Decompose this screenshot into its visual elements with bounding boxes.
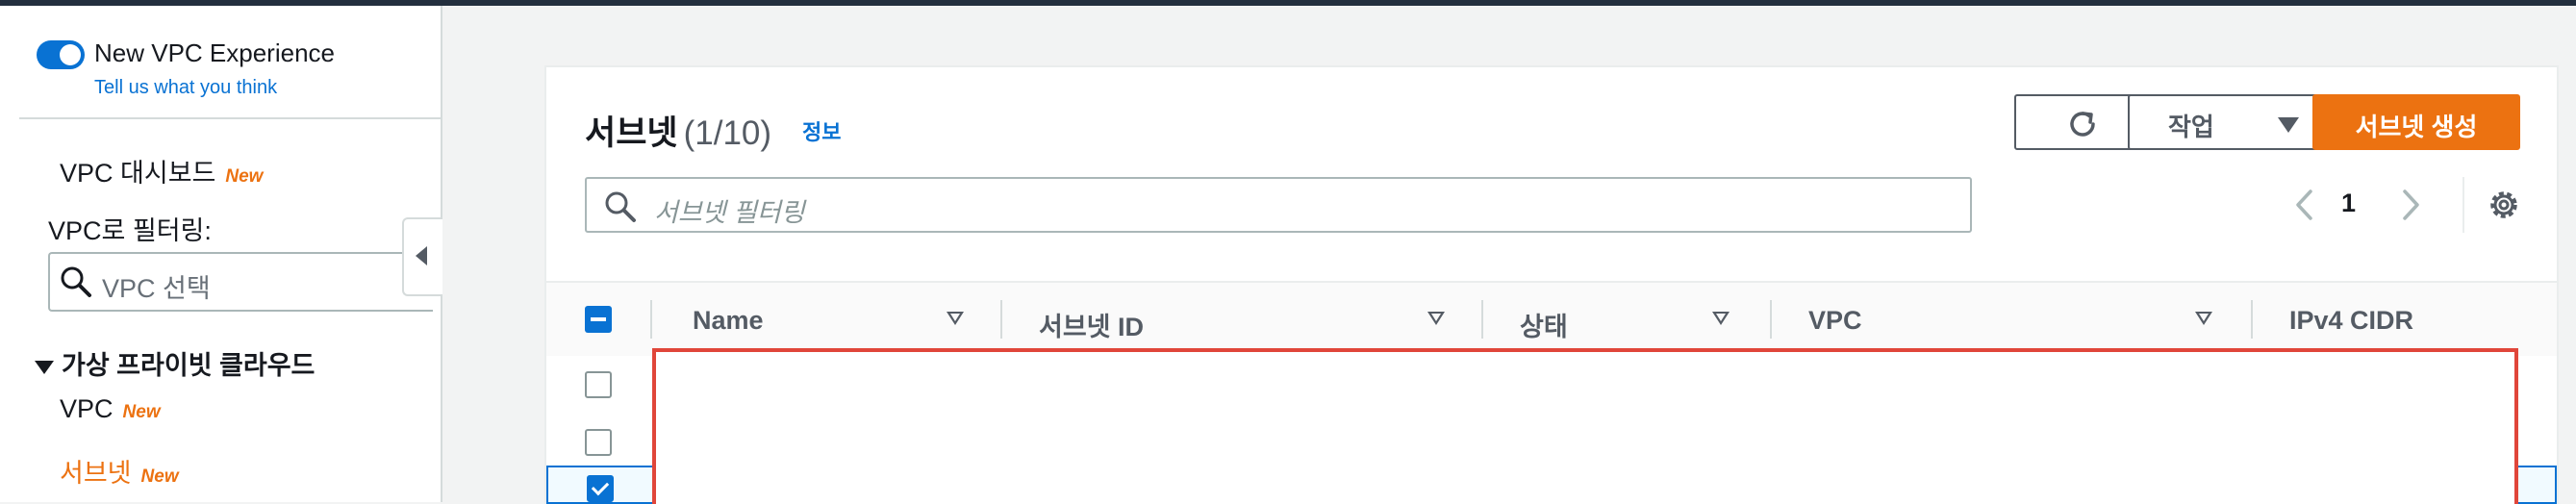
chevron-left-icon: [416, 246, 427, 265]
section-virtual-private-cloud[interactable]: 가상 프라이빗 클라우드: [35, 344, 315, 382]
page-number[interactable]: 1: [2341, 189, 2356, 218]
sidebar-item-vpc[interactable]: VPC New: [60, 394, 161, 424]
pager-divider: [2462, 177, 2464, 233]
sidebar: New VPC Experience Tell us what you thin…: [0, 6, 442, 502]
sidebar-item-label: VPC 대시보드: [60, 159, 216, 188]
page-title: 서브넷 (1/10): [585, 106, 771, 155]
column-divider: [1481, 300, 1483, 339]
caret-down-icon: [35, 360, 54, 374]
column-header-ipv4-cidr[interactable]: IPv4 CIDR: [2289, 283, 2539, 356]
vpc-filter-label: VPC로 필터링:: [48, 216, 212, 245]
vpc-select-placeholder: VPC 선택: [102, 274, 211, 303]
filter-placeholder: 서브넷 필터링: [654, 198, 805, 227]
column-label: Name: [693, 306, 764, 335]
sidebar-divider: [19, 117, 441, 119]
select-all-checkbox[interactable]: [585, 306, 612, 333]
column-label: VPC: [1808, 306, 1862, 335]
sidebar-item-subnets[interactable]: 서브넷 New: [60, 452, 179, 490]
chevron-right-icon[interactable]: [2399, 189, 2422, 221]
table-header: Name 서브넷 ID 상태 VPC IPv4 CIDR: [546, 281, 2557, 358]
info-link[interactable]: 정보: [802, 115, 841, 146]
new-vpc-experience-toggle[interactable]: [37, 40, 85, 69]
section-title: 가상 프라이빗 클라우드: [62, 351, 316, 380]
sidebar-item-label: VPC: [60, 394, 114, 423]
column-divider: [1000, 300, 1002, 339]
column-header-subnet-id[interactable]: 서브넷 ID: [1039, 283, 1481, 356]
column-label: 서브넷 ID: [1039, 313, 1145, 341]
column-label: 상태: [1520, 313, 1568, 341]
vpc-select-input[interactable]: VPC 선택: [48, 252, 433, 312]
feedback-link[interactable]: Tell us what you think: [94, 77, 277, 99]
sort-icon[interactable]: [1712, 312, 1730, 325]
column-header-vpc[interactable]: VPC: [1808, 283, 2251, 356]
actions-label: 작업: [2168, 113, 2214, 141]
new-badge: New: [225, 166, 264, 187]
new-vpc-experience-title: New VPC Experience: [94, 38, 335, 67]
sidebar-collapse-button[interactable]: [402, 217, 442, 296]
column-divider: [2251, 300, 2253, 339]
column-header-name[interactable]: Name: [693, 283, 1039, 356]
selection-count: (1/10): [683, 114, 772, 152]
sort-icon[interactable]: [947, 312, 964, 325]
new-badge: New: [140, 466, 179, 487]
search-icon: [605, 191, 636, 222]
column-divider: [650, 300, 652, 339]
new-badge: New: [122, 402, 161, 422]
subnets-panel: 서브넷 (1/10) 정보 작업 서브넷 생성 서브넷 필터링 1 Name 서…: [544, 65, 2559, 504]
subnet-filter-input[interactable]: 서브넷 필터링: [585, 177, 1972, 233]
create-subnet-label: 서브넷 생성: [2355, 113, 2478, 141]
column-label: IPv4 CIDR: [2289, 306, 2414, 335]
sidebar-item-vpc-dashboard[interactable]: VPC 대시보드 New: [60, 152, 263, 189]
page-title-text: 서브넷: [585, 114, 678, 152]
column-divider: [1770, 300, 1772, 339]
redaction-overlay: [652, 348, 2518, 504]
sort-icon[interactable]: [1427, 312, 1445, 325]
caret-down-icon: [2278, 117, 2299, 133]
refresh-icon: [2070, 112, 2095, 137]
sidebar-item-label: 서브넷: [60, 459, 132, 488]
create-subnet-button[interactable]: 서브넷 생성: [2312, 94, 2520, 150]
search-icon: [61, 266, 91, 297]
column-header-state[interactable]: 상태: [1520, 283, 1770, 356]
chevron-left-icon[interactable]: [2293, 189, 2316, 221]
gear-icon[interactable]: [2486, 187, 2522, 223]
row-checkbox[interactable]: [585, 371, 612, 398]
toggle-knob: [60, 44, 81, 65]
row-checkbox-checked[interactable]: [587, 475, 614, 502]
row-checkbox[interactable]: [585, 429, 612, 456]
actions-dropdown-button[interactable]: 작업: [2128, 94, 2341, 150]
sort-icon[interactable]: [2195, 312, 2212, 325]
